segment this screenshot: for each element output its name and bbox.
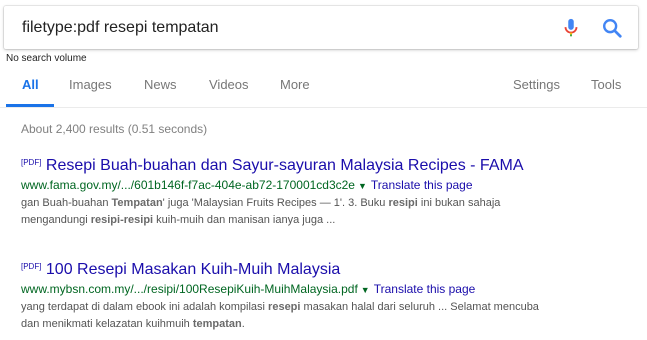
snippet-text: ini bukan sahaja: [417, 197, 501, 209]
snippet-keyword: resepi: [268, 301, 301, 313]
search-result: [PDF] Resepi Buah-buahan dan Sayur-sayur…: [21, 157, 641, 229]
tab-all[interactable]: All: [22, 77, 39, 92]
translate-link[interactable]: Translate this page: [371, 178, 473, 192]
snippet-text: kuih-muih dan manisan ianya juga ...: [153, 214, 336, 226]
snippet-text: dan menikmati kelazatan kuihmuih: [21, 318, 193, 330]
result-title-link[interactable]: [PDF] Resepi Buah-buahan dan Sayur-sayur…: [21, 157, 641, 175]
snippet-text: .: [241, 318, 245, 330]
snippet-keyword: resipi-resipi: [90, 214, 154, 226]
result-url[interactable]: www.mybsn.com.my/.../resipi/100ResepiKui…: [21, 282, 358, 296]
result-title[interactable]: Resepi Buah-buahan dan Sayur-sayuran Mal…: [46, 157, 524, 174]
pdf-tag: [PDF]: [21, 262, 42, 271]
search-volume-note: No search volume: [6, 53, 87, 64]
pdf-tag: [PDF]: [21, 158, 42, 167]
tab-images[interactable]: Images: [69, 77, 112, 92]
result-title[interactable]: 100 Resepi Masakan Kuih-Muih Malaysia: [46, 261, 340, 278]
search-input[interactable]: [22, 17, 522, 39]
search-box[interactable]: [4, 6, 638, 49]
nav-divider: [0, 107, 647, 108]
result-title-link[interactable]: [PDF] 100 Resepi Masakan Kuih-Muih Malay…: [21, 261, 641, 279]
snippet-text: gan Buah-buahan: [21, 197, 112, 209]
snippet-keyword: Tempatan: [111, 197, 163, 209]
snippet-text: yang terdapat di dalam ebook ini adalah …: [21, 301, 269, 313]
result-url[interactable]: www.fama.gov.my/.../601b146f-f7ac-404e-a…: [21, 178, 355, 192]
tab-news[interactable]: News: [144, 77, 177, 92]
tab-videos[interactable]: Videos: [209, 77, 249, 92]
microphone-icon[interactable]: [560, 17, 582, 39]
tab-more[interactable]: More: [280, 77, 310, 92]
tab-settings[interactable]: Settings: [513, 77, 560, 92]
result-snippet: yang terdapat di dalam ebook ini adalah …: [21, 299, 641, 333]
caret-down-icon[interactable]: ▼: [361, 285, 370, 295]
snippet-keyword: resipi: [388, 197, 418, 209]
snippet-text: masakan halal dari seluruh ... Selamat m…: [300, 301, 539, 313]
snippet-keyword: tempatan: [192, 318, 242, 330]
result-stats: About 2,400 results (0.51 seconds): [21, 122, 208, 136]
search-nav-tabs: All Images News Videos More Settings Too…: [0, 66, 647, 108]
snippet-text: ' juga 'Malaysian Fruits Recipes — 1'. 3…: [162, 197, 389, 209]
translate-link[interactable]: Translate this page: [374, 282, 476, 296]
tab-tools[interactable]: Tools: [591, 77, 621, 92]
result-snippet: gan Buah-buahan Tempatan' juga 'Malaysia…: [21, 195, 641, 229]
search-result: [PDF] 100 Resepi Masakan Kuih-Muih Malay…: [21, 261, 641, 333]
snippet-text: mengandungi: [21, 214, 91, 226]
caret-down-icon[interactable]: ▼: [358, 181, 367, 191]
search-icon[interactable]: [601, 17, 623, 39]
